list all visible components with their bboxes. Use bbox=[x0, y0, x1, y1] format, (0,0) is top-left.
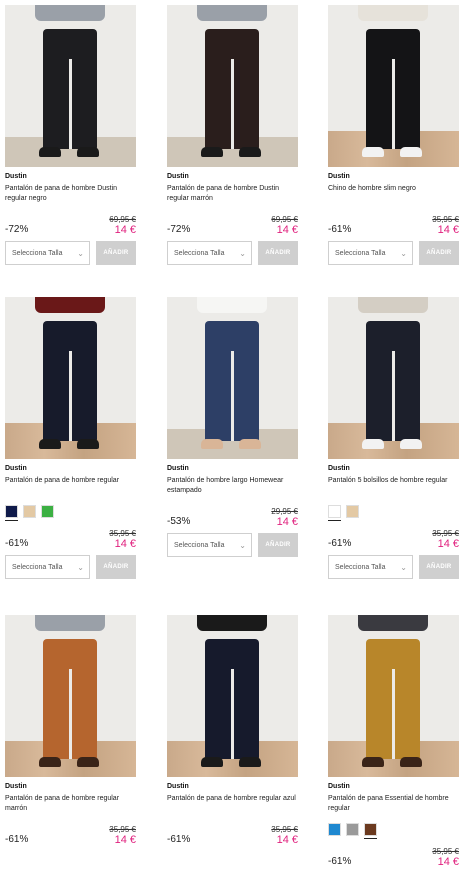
size-select-placeholder: Selecciona Talla bbox=[12, 563, 63, 571]
product-title[interactable]: Pantalón de pana de hombre Dustin regula… bbox=[5, 184, 136, 204]
color-swatch[interactable] bbox=[364, 823, 377, 839]
product-title[interactable]: Pantalón de hombre largo Homewear estamp… bbox=[167, 476, 298, 496]
product-card[interactable]: Dustin Pantalón de pana de hombre regular… bbox=[167, 615, 298, 873]
sale-price: 14 € bbox=[276, 516, 298, 528]
size-select-placeholder: Selecciona Talla bbox=[174, 249, 225, 257]
color-swatches bbox=[5, 505, 54, 521]
size-select-placeholder: Selecciona Talla bbox=[174, 541, 225, 549]
product-image[interactable] bbox=[5, 615, 136, 777]
add-to-cart-button[interactable]: AÑADIR bbox=[419, 241, 459, 265]
product-brand: Dustin bbox=[328, 783, 350, 790]
sale-price: 14 € bbox=[114, 538, 136, 550]
discount-label: -72% bbox=[5, 224, 29, 235]
product-brand: Dustin bbox=[5, 173, 27, 180]
original-price: 35,95 € bbox=[432, 529, 459, 538]
product-title[interactable]: Pantalón de pana de hombre regular marró… bbox=[5, 794, 136, 814]
size-select[interactable]: Selecciona Talla ⌄ bbox=[328, 241, 413, 265]
add-to-cart-button[interactable]: AÑADIR bbox=[96, 555, 136, 579]
add-to-cart-button[interactable]: AÑADIR bbox=[258, 241, 298, 265]
size-select-placeholder: Selecciona Talla bbox=[12, 249, 63, 257]
product-title[interactable]: Pantalón de pana de hombre regular bbox=[5, 476, 136, 486]
chevron-down-icon: ⌄ bbox=[77, 562, 84, 572]
original-price: 35,95 € bbox=[271, 825, 298, 834]
discount-label: -61% bbox=[328, 856, 352, 867]
sale-price: 14 € bbox=[276, 834, 298, 846]
product-brand: Dustin bbox=[167, 173, 189, 180]
size-select[interactable]: Selecciona Talla ⌄ bbox=[167, 533, 252, 557]
product-card[interactable]: Dustin Pantalón de pana de hombre Dustin … bbox=[167, 5, 298, 270]
color-swatch[interactable] bbox=[328, 823, 341, 836]
product-image[interactable] bbox=[328, 5, 459, 167]
size-select[interactable]: Selecciona Talla ⌄ bbox=[5, 241, 90, 265]
size-select[interactable]: Selecciona Talla ⌄ bbox=[328, 555, 413, 579]
product-brand: Dustin bbox=[167, 783, 189, 790]
color-swatch[interactable] bbox=[346, 823, 359, 836]
original-price: 69,95 € bbox=[109, 215, 136, 224]
product-card[interactable]: Dustin Pantalón 5 bolsillos de hombre reg… bbox=[328, 297, 459, 579]
product-card[interactable]: Dustin Pantalón de pana Essential de homb… bbox=[328, 615, 459, 873]
sale-price: 14 € bbox=[114, 224, 136, 236]
product-title[interactable]: Pantalón 5 bolsillos de hombre regular bbox=[328, 476, 459, 486]
product-brand: Dustin bbox=[328, 173, 350, 180]
original-price: 35,95 € bbox=[432, 215, 459, 224]
size-select-placeholder: Selecciona Talla bbox=[335, 563, 386, 571]
chevron-down-icon: ⌄ bbox=[239, 248, 246, 258]
product-image[interactable] bbox=[167, 5, 298, 167]
chevron-down-icon: ⌄ bbox=[400, 248, 407, 258]
discount-label: -61% bbox=[328, 538, 352, 549]
product-image[interactable] bbox=[5, 5, 136, 167]
sale-price: 14 € bbox=[437, 224, 459, 236]
discount-label: -53% bbox=[167, 516, 191, 527]
add-to-cart-button[interactable]: AÑADIR bbox=[96, 241, 136, 265]
sale-price: 14 € bbox=[276, 224, 298, 236]
size-select-placeholder: Selecciona Talla bbox=[335, 249, 386, 257]
product-image[interactable] bbox=[328, 297, 459, 459]
color-swatches bbox=[328, 505, 359, 521]
product-card[interactable]: Dustin Pantalón de hombre largo Homewear … bbox=[167, 297, 298, 562]
add-to-cart-button[interactable]: AÑADIR bbox=[419, 555, 459, 579]
size-select[interactable]: Selecciona Talla ⌄ bbox=[5, 555, 90, 579]
product-card[interactable]: Dustin Pantalón de pana de hombre regular… bbox=[5, 615, 136, 873]
discount-label: -61% bbox=[167, 834, 191, 845]
color-swatch[interactable] bbox=[23, 505, 36, 518]
product-image[interactable] bbox=[5, 297, 136, 459]
discount-label: -72% bbox=[167, 224, 191, 235]
product-title[interactable]: Chino de hombre slim negro bbox=[328, 184, 459, 194]
product-brand: Dustin bbox=[5, 783, 27, 790]
product-card[interactable]: Dustin Chino de hombre slim negro 35,95 € -… bbox=[328, 5, 459, 270]
discount-label: -61% bbox=[5, 834, 29, 845]
product-card[interactable]: Dustin Pantalón de pana de hombre regular… bbox=[5, 297, 136, 579]
chevron-down-icon: ⌄ bbox=[400, 562, 407, 572]
original-price: 69,95 € bbox=[271, 215, 298, 224]
product-brand: Dustin bbox=[328, 465, 350, 472]
discount-label: -61% bbox=[5, 538, 29, 549]
chevron-down-icon: ⌄ bbox=[77, 248, 84, 258]
product-card[interactable]: Dustin Pantalón de pana de hombre Dustin … bbox=[5, 5, 136, 270]
product-brand: Dustin bbox=[167, 465, 189, 472]
color-swatch[interactable] bbox=[5, 505, 18, 521]
sale-price: 14 € bbox=[437, 856, 459, 868]
product-brand: Dustin bbox=[5, 465, 27, 472]
color-swatch[interactable] bbox=[41, 505, 54, 518]
chevron-down-icon: ⌄ bbox=[239, 540, 246, 550]
size-select[interactable]: Selecciona Talla ⌄ bbox=[167, 241, 252, 265]
original-price: 35,95 € bbox=[109, 825, 136, 834]
sale-price: 14 € bbox=[437, 538, 459, 550]
product-image[interactable] bbox=[167, 615, 298, 777]
color-swatch[interactable] bbox=[328, 505, 341, 521]
original-price: 35,95 € bbox=[432, 847, 459, 856]
product-image[interactable] bbox=[167, 297, 298, 459]
product-image[interactable] bbox=[328, 615, 459, 777]
color-swatches bbox=[328, 823, 377, 839]
color-swatch[interactable] bbox=[346, 505, 359, 518]
add-to-cart-button[interactable]: AÑADIR bbox=[258, 533, 298, 557]
original-price: 35,95 € bbox=[109, 529, 136, 538]
sale-price: 14 € bbox=[114, 834, 136, 846]
discount-label: -61% bbox=[328, 224, 352, 235]
product-title[interactable]: Pantalón de pana Essential de hombre reg… bbox=[328, 794, 459, 814]
product-title[interactable]: Pantalón de pana de hombre Dustin regula… bbox=[167, 184, 298, 204]
product-title[interactable]: Pantalón de pana de hombre regular azul bbox=[167, 794, 298, 804]
original-price: 29,95 € bbox=[271, 507, 298, 516]
